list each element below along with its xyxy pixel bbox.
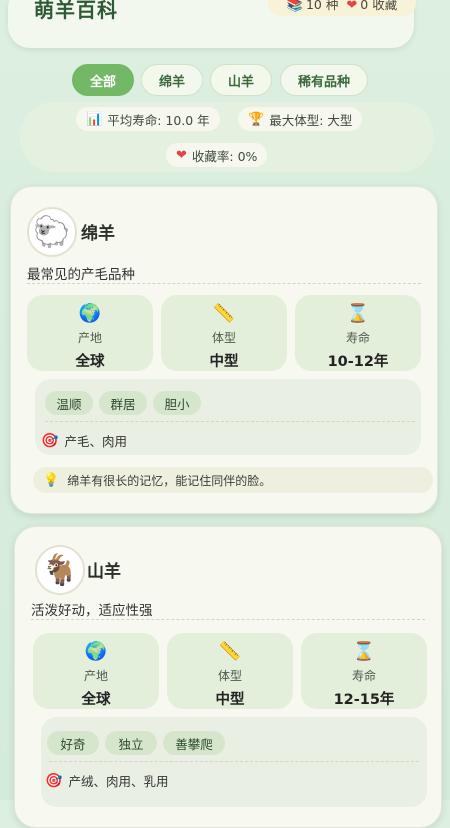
chart-icon: 📊	[86, 111, 103, 127]
species-count: 10 种	[305, 0, 339, 12]
books-icon: 📚	[286, 0, 303, 13]
fav-rate-text: 收藏率: 0%	[191, 148, 258, 164]
breed-name: 绵羊	[81, 224, 115, 244]
ruler-icon: 📏	[212, 303, 236, 324]
stat-label: 体型	[217, 669, 242, 683]
stat-label: 产地	[83, 669, 108, 683]
stat-value: 12-15年	[333, 692, 395, 708]
stat-value: 中型	[215, 692, 245, 708]
stat-label: 产地	[77, 331, 102, 345]
breed-card[interactable]: 🐑 绵羊 最常见的产毛品种 🌍 产地 全球 📏 体型 中型 ⌛ 寿命 10-12…	[10, 186, 438, 514]
origin-stat: 🌍 产地 全球	[27, 295, 153, 371]
hourglass-icon: ⌛	[346, 303, 370, 324]
favorites-count: 0 收藏	[360, 0, 398, 12]
stat-label: 寿命	[345, 331, 370, 345]
avg-life-pill: 📊 平均寿命: 10.0 年	[76, 107, 220, 131]
target-icon: 🎯	[41, 432, 59, 449]
hourglass-icon: ⌛	[352, 641, 376, 662]
breed-card[interactable]: 🐐 山羊 活泼好动，适应性强 🌍 产地 全球 📏 体型 中型 ⌛ 寿命 12-1…	[14, 526, 442, 828]
size-stat: 📏 体型 中型	[161, 295, 287, 371]
breed-description: 活泼好动，适应性强	[31, 603, 153, 619]
lightbulb-icon: 💡	[43, 472, 60, 488]
ruler-icon: 📏	[218, 641, 242, 662]
filter-goat[interactable]: 山羊	[210, 64, 272, 96]
stat-value: 中型	[209, 354, 239, 370]
traits-panel: 温顺 群居 胆小 🎯 产毛、肉用	[35, 379, 421, 455]
filter-rare[interactable]: 稀有品种	[280, 64, 368, 96]
filter-all[interactable]: 全部	[72, 64, 134, 96]
globe-icon: 🌍	[78, 303, 102, 324]
fun-fact: 💡 绵羊有很长的记忆，能记住同伴的脸。	[33, 467, 433, 493]
size-stat: 📏 体型 中型	[167, 633, 293, 709]
avg-life-text: 平均寿命: 10.0 年	[107, 112, 210, 128]
trait-tag: 胆小	[153, 391, 201, 415]
stat-label: 体型	[211, 331, 236, 345]
max-size-text: 最大体型: 大型	[269, 112, 353, 128]
trophy-icon: 🏆	[248, 111, 265, 127]
heart-icon: ❤	[176, 147, 187, 163]
globe-icon: 🌍	[84, 641, 108, 662]
uses-row: 🎯 产毛、肉用	[41, 431, 127, 450]
app-title: 萌羊百科	[34, 0, 118, 22]
trait-tag: 独立	[105, 731, 157, 755]
goat-icon: 🐐	[35, 545, 85, 595]
breed-name: 山羊	[87, 562, 121, 582]
filter-tabs: 全部 绵羊 山羊 稀有品种	[0, 64, 450, 98]
summary-stats: 📊 平均寿命: 10.0 年 🏆 最大体型: 大型 ❤ 收藏率: 0%	[20, 102, 434, 172]
max-size-pill: 🏆 最大体型: 大型	[238, 107, 363, 131]
divider	[31, 619, 425, 620]
stat-value: 10-12年	[327, 354, 389, 370]
stat-label: 寿命	[351, 669, 376, 683]
trait-tag: 温顺	[45, 391, 93, 415]
divider	[45, 421, 415, 422]
fav-rate-pill: ❤ 收藏率: 0%	[166, 143, 268, 167]
divider	[27, 283, 421, 284]
breed-description: 最常见的产毛品种	[27, 267, 135, 283]
collection-stats[interactable]: 📚 10 种 ❤ 0 收藏	[268, 0, 416, 16]
uses-text: 产毛、肉用	[64, 434, 127, 449]
filter-sheep[interactable]: 绵羊	[141, 64, 203, 96]
divider	[49, 761, 419, 762]
stat-value: 全球	[81, 692, 111, 708]
heart-icon: ❤	[346, 0, 358, 13]
stat-value: 全球	[75, 354, 105, 370]
header-card: 萌羊百科 📚 10 种 ❤ 0 收藏	[8, 0, 416, 48]
sheep-icon: 🐑	[27, 207, 77, 257]
traits-panel: 好奇 独立 善攀爬 🎯 产绒、肉用、乳用	[41, 717, 427, 807]
target-icon: 🎯	[45, 772, 63, 789]
origin-stat: 🌍 产地 全球	[33, 633, 159, 709]
trait-tag: 好奇	[47, 731, 99, 755]
uses-row: 🎯 产绒、肉用、乳用	[45, 771, 168, 790]
trait-tag: 群居	[99, 391, 147, 415]
uses-text: 产绒、肉用、乳用	[68, 774, 169, 789]
trait-tag: 善攀爬	[163, 731, 225, 755]
fact-text: 绵羊有很长的记忆，能记住同伴的脸。	[67, 473, 272, 488]
lifespan-stat: ⌛ 寿命 10-12年	[295, 295, 421, 371]
lifespan-stat: ⌛ 寿命 12-15年	[301, 633, 427, 709]
